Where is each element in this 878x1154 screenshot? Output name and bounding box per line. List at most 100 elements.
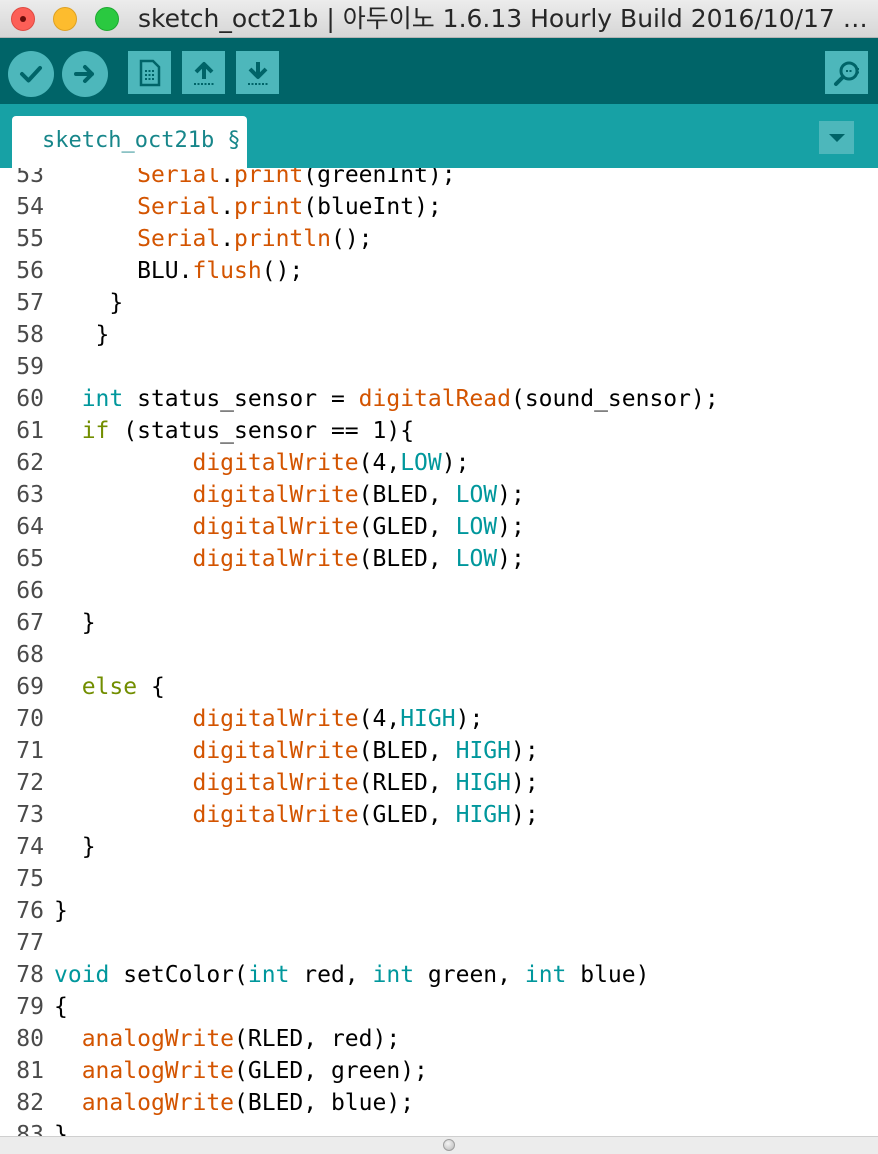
magnifier-icon (833, 61, 859, 86)
code-line[interactable]: 78 void setColor(int red, int green, int … (0, 959, 878, 991)
code-text[interactable]: digitalWrite(GLED, HIGH); (54, 799, 538, 831)
code-line[interactable]: 68 (0, 639, 878, 671)
line-number: 74 (16, 834, 44, 860)
line-number: 63 (16, 482, 44, 508)
document-icon (139, 59, 160, 86)
code-text[interactable]: } (54, 831, 96, 863)
line-number: 55 (16, 226, 44, 252)
close-window-button[interactable] (11, 7, 35, 31)
verify-button[interactable] (8, 51, 54, 97)
line-number: 82 (16, 1090, 44, 1116)
line-number: 73 (16, 802, 44, 828)
code-line[interactable]: 62 digitalWrite(4,LOW); (0, 447, 878, 479)
line-number: 79 (16, 994, 44, 1020)
code-text[interactable]: digitalWrite(BLED, LOW); (54, 543, 524, 575)
arrow-down-icon (247, 61, 268, 85)
code-line[interactable]: 54 Serial.print(blueInt); (0, 191, 878, 223)
maximize-window-button[interactable] (95, 7, 119, 31)
code-text[interactable]: Serial.print(greenInt); (54, 168, 456, 191)
open-sketch-button[interactable] (182, 51, 225, 94)
code-line[interactable]: 70 digitalWrite(4,HIGH); (0, 703, 878, 735)
code-line[interactable]: 79 { (0, 991, 878, 1023)
code-line[interactable]: 71 digitalWrite(BLED, HIGH); (0, 735, 878, 767)
line-number: 60 (16, 386, 44, 412)
code-line[interactable]: 73 digitalWrite(GLED, HIGH); (0, 799, 878, 831)
upload-button[interactable] (62, 51, 108, 97)
code-text[interactable]: { (54, 991, 68, 1023)
code-text[interactable]: digitalWrite(BLED, LOW); (54, 479, 524, 511)
code-line[interactable]: 58 } (0, 319, 878, 351)
code-line[interactable]: 60 int status_sensor = digitalRead(sound… (0, 383, 878, 415)
code-text[interactable]: } (54, 287, 123, 319)
minimize-window-button[interactable] (53, 7, 77, 31)
code-text[interactable]: int status_sensor = digitalRead(sound_se… (54, 383, 719, 415)
line-number: 75 (16, 866, 44, 892)
line-number: 66 (16, 578, 44, 604)
code-text[interactable]: if (status_sensor == 1){ (54, 415, 414, 447)
code-text[interactable]: digitalWrite(4,LOW); (54, 447, 469, 479)
code-text[interactable]: } (54, 607, 96, 639)
code-editor[interactable]: 53 Serial.print(greenInt); 54 Serial.prin… (0, 168, 878, 1136)
code-text[interactable]: analogWrite(BLED, blue); (54, 1087, 414, 1119)
code-line[interactable]: 64 digitalWrite(GLED, LOW); (0, 511, 878, 543)
code-text[interactable]: digitalWrite(BLED, HIGH); (54, 735, 538, 767)
code-line[interactable]: 74 } (0, 831, 878, 863)
code-line[interactable]: 65 digitalWrite(BLED, LOW); (0, 543, 878, 575)
line-number: 69 (16, 674, 44, 700)
code-line[interactable]: 80 analogWrite(RLED, red); (0, 1023, 878, 1055)
line-number: 56 (16, 258, 44, 284)
code-text[interactable]: digitalWrite(4,HIGH); (54, 703, 483, 735)
checkmark-icon (20, 66, 42, 83)
line-number: 68 (16, 642, 44, 668)
code-text[interactable]: digitalWrite(GLED, LOW); (54, 511, 524, 543)
code-line[interactable]: 67 } (0, 607, 878, 639)
code-line[interactable]: 72 digitalWrite(RLED, HIGH); (0, 767, 878, 799)
code-text[interactable]: digitalWrite(RLED, HIGH); (54, 767, 538, 799)
line-number: 81 (16, 1058, 44, 1084)
code-text[interactable]: else { (54, 671, 165, 703)
code-line[interactable]: 77 (0, 927, 878, 959)
code-text[interactable]: Serial.println(); (54, 223, 372, 255)
line-number: 59 (16, 354, 44, 380)
line-number: 76 (16, 898, 44, 924)
code-text[interactable]: void setColor(int red, int green, int bl… (54, 959, 649, 991)
code-line[interactable]: 59 (0, 351, 878, 383)
code-line[interactable]: 63 digitalWrite(BLED, LOW); (0, 479, 878, 511)
code-line[interactable]: 61 if (status_sensor == 1){ (0, 415, 878, 447)
code-line[interactable]: 53 Serial.print(greenInt); (0, 168, 878, 191)
line-number: 80 (16, 1026, 44, 1052)
code-text[interactable]: Serial.print(blueInt); (54, 191, 442, 223)
code-line[interactable]: 76} (0, 895, 878, 927)
code-text[interactable]: } (54, 1119, 68, 1136)
code-line[interactable]: 83} (0, 1119, 878, 1136)
line-number: 65 (16, 546, 44, 572)
code-text[interactable]: analogWrite(GLED, green); (54, 1055, 428, 1087)
triangle-down-icon (828, 133, 845, 142)
tab-menu-button[interactable] (819, 121, 854, 154)
line-number: 62 (16, 450, 44, 476)
code-line[interactable]: 57 } (0, 287, 878, 319)
toolbar (0, 38, 878, 104)
code-text[interactable]: } (54, 319, 110, 351)
resize-handle[interactable] (443, 1139, 455, 1151)
code-line[interactable]: 82 analogWrite(BLED, blue); (0, 1087, 878, 1119)
tab-sketch[interactable]: sketch_oct21b § (12, 116, 247, 168)
window-titlebar: sketch_oct21b | 아두이노 1.6.13 Hourly Build… (0, 0, 878, 38)
new-sketch-button[interactable] (128, 51, 171, 94)
line-number: 72 (16, 770, 44, 796)
serial-monitor-button[interactable] (825, 51, 868, 94)
code-text[interactable]: BLU.flush(); (54, 255, 303, 287)
line-number: 71 (16, 738, 44, 764)
code-line[interactable]: 81 analogWrite(GLED, green); (0, 1055, 878, 1087)
tab-label: sketch_oct21b § (42, 128, 241, 153)
code-text[interactable]: analogWrite(RLED, red); (54, 1023, 401, 1055)
code-line[interactable]: 66 (0, 575, 878, 607)
line-number: 54 (16, 194, 44, 220)
code-text[interactable]: } (54, 895, 68, 927)
code-line[interactable]: 55 Serial.println(); (0, 223, 878, 255)
code-line[interactable]: 69 else { (0, 671, 878, 703)
code-line[interactable]: 75 (0, 863, 878, 895)
code-line[interactable]: 56 BLU.flush(); (0, 255, 878, 287)
save-sketch-button[interactable] (236, 51, 279, 94)
code-area[interactable]: 53 Serial.print(greenInt); 54 Serial.prin… (0, 168, 878, 1136)
